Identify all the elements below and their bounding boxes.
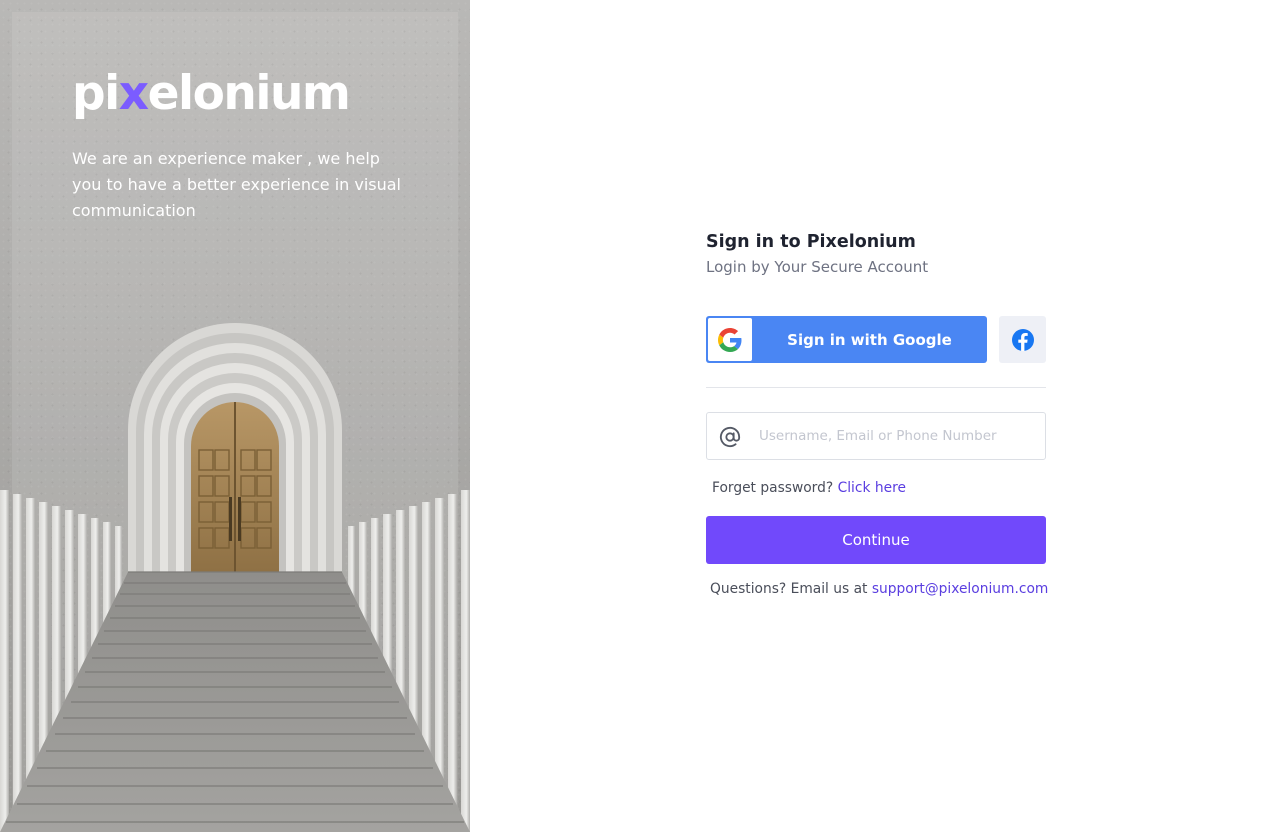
divider	[706, 387, 1046, 388]
forgot-password-row: Forget password? Click here	[712, 478, 906, 498]
forgot-password-text: Forget password?	[712, 480, 834, 496]
facebook-signin-button[interactable]	[999, 316, 1046, 363]
brand-logo: pixelonium	[72, 66, 351, 121]
google-icon	[708, 318, 752, 361]
social-login-row: Sign in with Google	[706, 316, 1046, 363]
forgot-password-link[interactable]: Click here	[838, 480, 906, 496]
hero-panel: pixelonium We are an experience maker , …	[0, 0, 470, 832]
support-text: Questions? Email us at	[710, 581, 868, 597]
support-email-link[interactable]: support@pixelonium.com	[872, 581, 1048, 597]
at-sign-icon	[718, 425, 742, 449]
continue-button[interactable]: Continue	[706, 516, 1046, 564]
username-input[interactable]	[759, 413, 1039, 459]
signin-form: Sign in to Pixelonium Login by Your Secu…	[706, 229, 1048, 597]
google-signin-button[interactable]: Sign in with Google	[706, 316, 987, 363]
brand-tagline: We are an experience maker , we help you…	[72, 149, 401, 220]
page-title: Sign in to Pixelonium	[706, 232, 916, 252]
google-signin-label: Sign in with Google	[787, 330, 952, 349]
hero-image	[0, 323, 470, 832]
support-row: Questions? Email us at support@pixeloniu…	[710, 579, 1048, 599]
username-field[interactable]	[706, 412, 1046, 460]
page-subtitle: Login by Your Secure Account	[706, 258, 929, 276]
facebook-icon	[1011, 328, 1034, 351]
